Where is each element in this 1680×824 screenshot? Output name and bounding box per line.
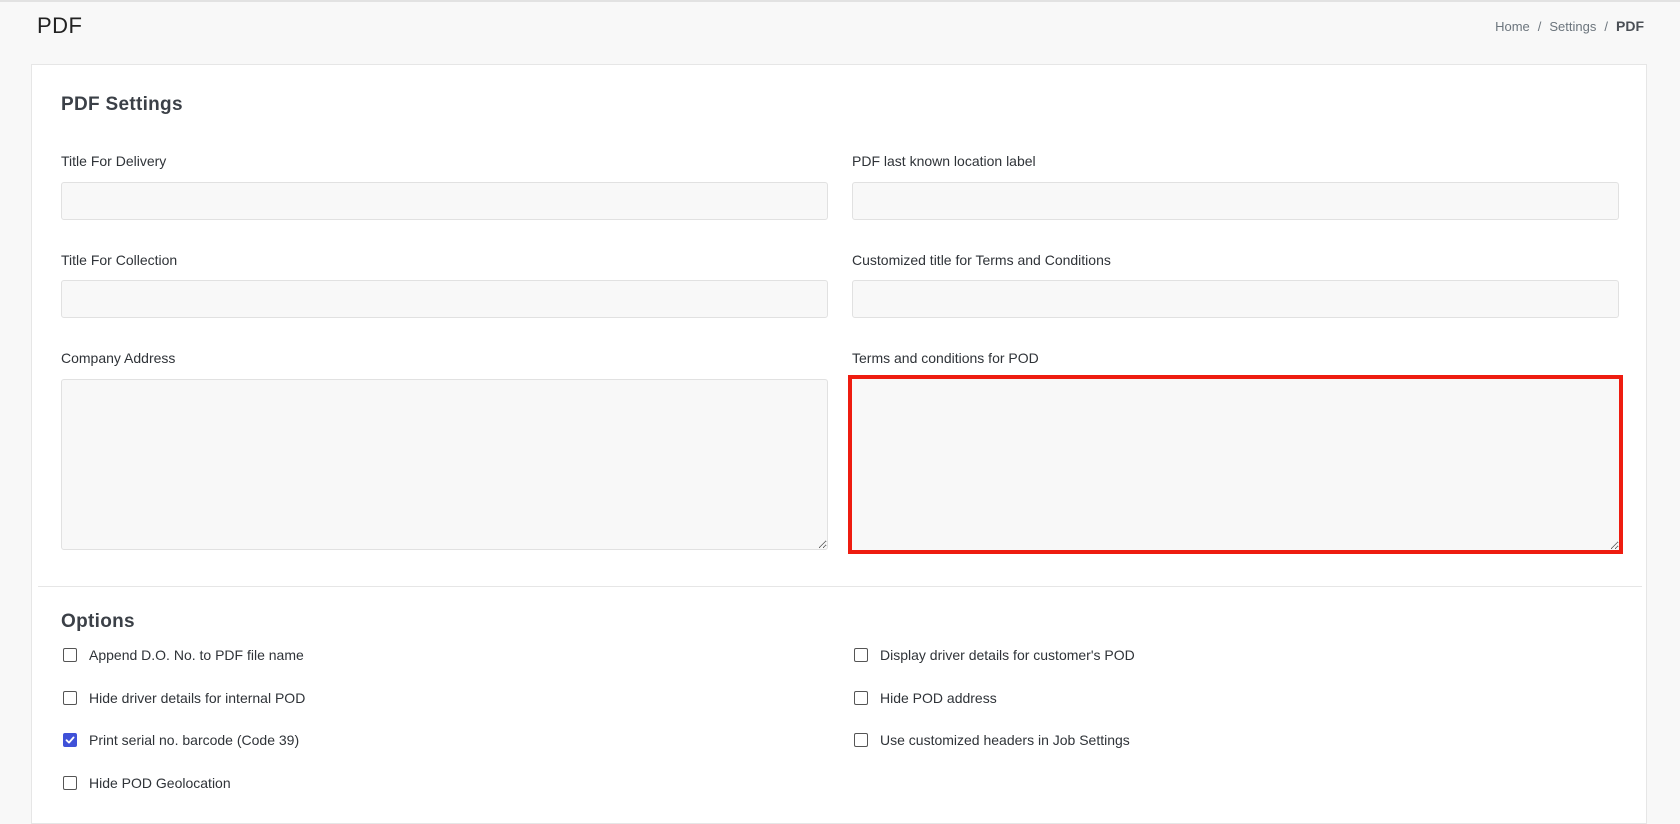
breadcrumb-separator: / bbox=[1604, 18, 1608, 34]
page-header: PDF Home / Settings / PDF bbox=[0, 0, 1680, 60]
breadcrumb-separator: / bbox=[1537, 18, 1542, 34]
option-hide-pod-geolocation[interactable]: Hide POD Geolocation bbox=[63, 775, 231, 791]
option-label: Append D.O. No. to PDF file name bbox=[89, 647, 304, 663]
title-for-delivery-label: Title For Delivery bbox=[61, 153, 167, 169]
options-title: Options bbox=[61, 611, 135, 632]
company-address-textarea[interactable] bbox=[61, 379, 828, 550]
hide-pod-geolocation-checkbox[interactable] bbox=[63, 776, 77, 790]
option-label: Use customized headers in Job Settings bbox=[880, 732, 1130, 748]
option-label: Print serial no. barcode (Code 39) bbox=[89, 732, 300, 748]
option-label: Hide POD address bbox=[880, 690, 997, 706]
pdf-last-known-location-label: PDF last known location label bbox=[852, 153, 1036, 169]
title-for-delivery-input[interactable] bbox=[61, 182, 828, 220]
print-serial-barcode-checkbox[interactable] bbox=[63, 733, 77, 747]
pdf-settings-title: PDF Settings bbox=[61, 94, 183, 115]
display-driver-details-checkbox[interactable] bbox=[854, 648, 868, 662]
terms-for-pod-textarea[interactable] bbox=[848, 375, 1623, 554]
option-label: Hide POD Geolocation bbox=[89, 775, 231, 791]
breadcrumb: Home / Settings / PDF bbox=[1495, 18, 1644, 34]
section-divider bbox=[38, 586, 1642, 587]
breadcrumb-home-link[interactable]: Home bbox=[1495, 19, 1530, 34]
option-hide-driver-details[interactable]: Hide driver details for internal POD bbox=[63, 690, 305, 706]
title-for-collection-label: Title For Collection bbox=[61, 252, 178, 268]
append-do-no-checkbox[interactable] bbox=[63, 648, 77, 662]
option-hide-pod-address[interactable]: Hide POD address bbox=[854, 690, 997, 706]
option-append-do-no[interactable]: Append D.O. No. to PDF file name bbox=[63, 647, 304, 663]
company-address-label: Company Address bbox=[61, 350, 176, 366]
breadcrumb-settings-link[interactable]: Settings bbox=[1549, 19, 1596, 34]
hide-driver-details-checkbox[interactable] bbox=[63, 691, 77, 705]
checkmark-icon bbox=[65, 736, 75, 744]
breadcrumb-current: PDF bbox=[1616, 18, 1644, 34]
customized-terms-title-input[interactable] bbox=[852, 280, 1619, 318]
hide-pod-address-checkbox[interactable] bbox=[854, 691, 868, 705]
title-for-collection-input[interactable] bbox=[61, 280, 828, 318]
pdf-last-known-location-input[interactable] bbox=[852, 182, 1619, 220]
option-label: Display driver details for customer's PO… bbox=[880, 647, 1135, 663]
customized-terms-title-label: Customized title for Terms and Condition… bbox=[852, 252, 1111, 268]
option-display-driver-details[interactable]: Display driver details for customer's PO… bbox=[854, 647, 1135, 663]
terms-for-pod-label: Terms and conditions for POD bbox=[852, 350, 1039, 366]
use-customized-headers-checkbox[interactable] bbox=[854, 733, 868, 747]
option-use-customized-headers[interactable]: Use customized headers in Job Settings bbox=[854, 732, 1130, 748]
option-label: Hide driver details for internal POD bbox=[89, 690, 306, 706]
page-title: PDF bbox=[37, 13, 83, 38]
option-print-serial-barcode[interactable]: Print serial no. barcode (Code 39) bbox=[63, 732, 299, 748]
